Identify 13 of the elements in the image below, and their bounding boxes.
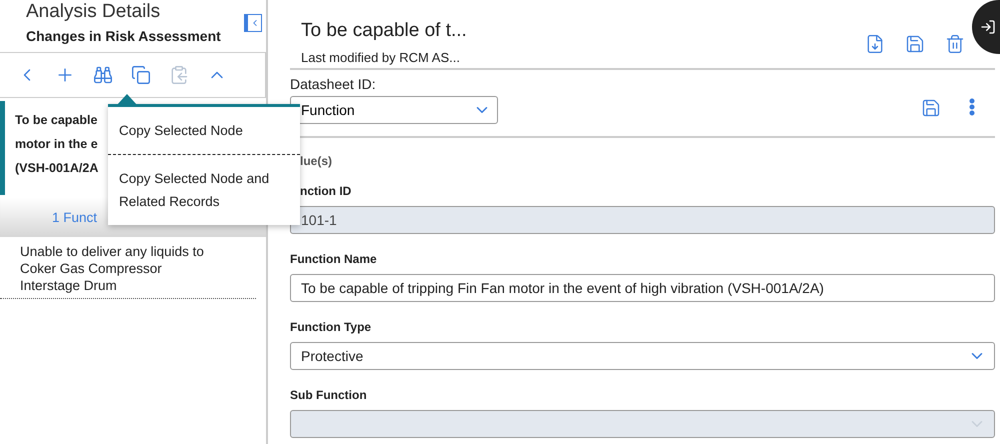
node-text: (VSH-001A/2A [15,160,98,177]
field-label: nction ID [300,184,352,198]
section-label: lue(s) [300,154,334,168]
datasheet-label: Datasheet ID: [290,76,377,92]
field-label: Function Type [290,320,372,334]
last-modified: Last modified by RCM AS... [301,50,461,65]
node-text: motor in the e [15,136,98,153]
analysis-name: Changes in Risk Assessment [26,28,221,44]
field-label: Function Name [290,252,378,266]
node-text: To be capable [15,112,98,129]
panel-title: Analysis Details [26,0,162,24]
record-title: To be capable of t... [301,20,467,42]
field-label: Sub Function [290,388,368,402]
